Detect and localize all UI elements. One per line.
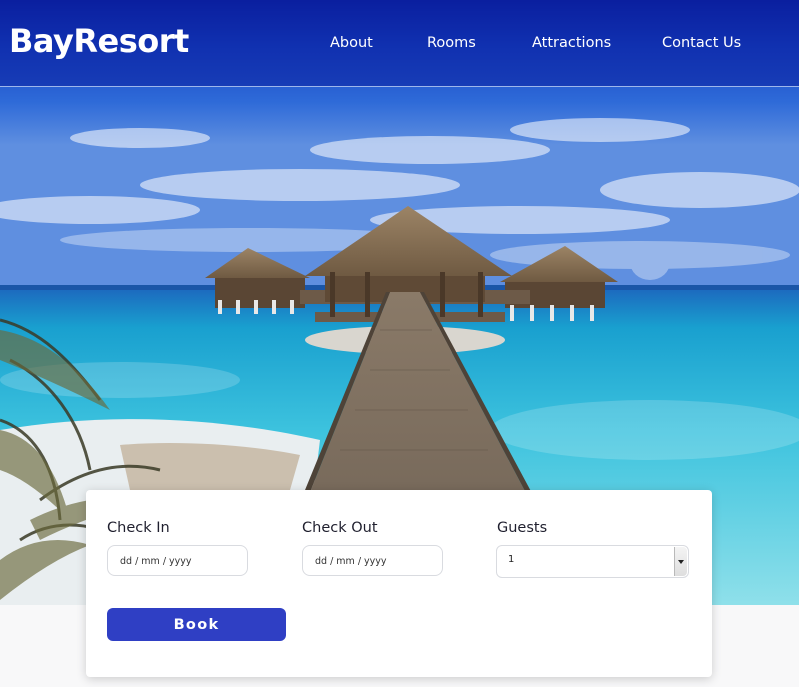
nav-link-rooms[interactable]: Rooms	[427, 35, 476, 51]
nav-link-about[interactable]: About	[330, 35, 373, 51]
guests-select[interactable]: 1	[496, 545, 689, 578]
check-out-label: Check Out	[302, 520, 378, 536]
check-in-date-input[interactable]: dd / mm / yyyy	[107, 545, 248, 576]
nav-link-attractions[interactable]: Attractions	[532, 35, 611, 51]
site-header: BayResort About Rooms Attractions Contac…	[0, 0, 799, 87]
guests-selected-value: 1	[508, 554, 515, 565]
guests-dropdown-button[interactable]	[674, 547, 687, 576]
book-button[interactable]: Book	[107, 608, 286, 641]
booking-card: Check In dd / mm / yyyy Check Out dd / m…	[86, 490, 712, 677]
check-out-date-input[interactable]: dd / mm / yyyy	[302, 545, 443, 576]
main-nav: About Rooms Attractions Contact Us	[0, 35, 799, 55]
guests-label: Guests	[497, 520, 548, 536]
check-in-label: Check In	[107, 520, 170, 536]
nav-link-contact-us[interactable]: Contact Us	[662, 35, 741, 51]
chevron-down-icon	[678, 560, 684, 564]
